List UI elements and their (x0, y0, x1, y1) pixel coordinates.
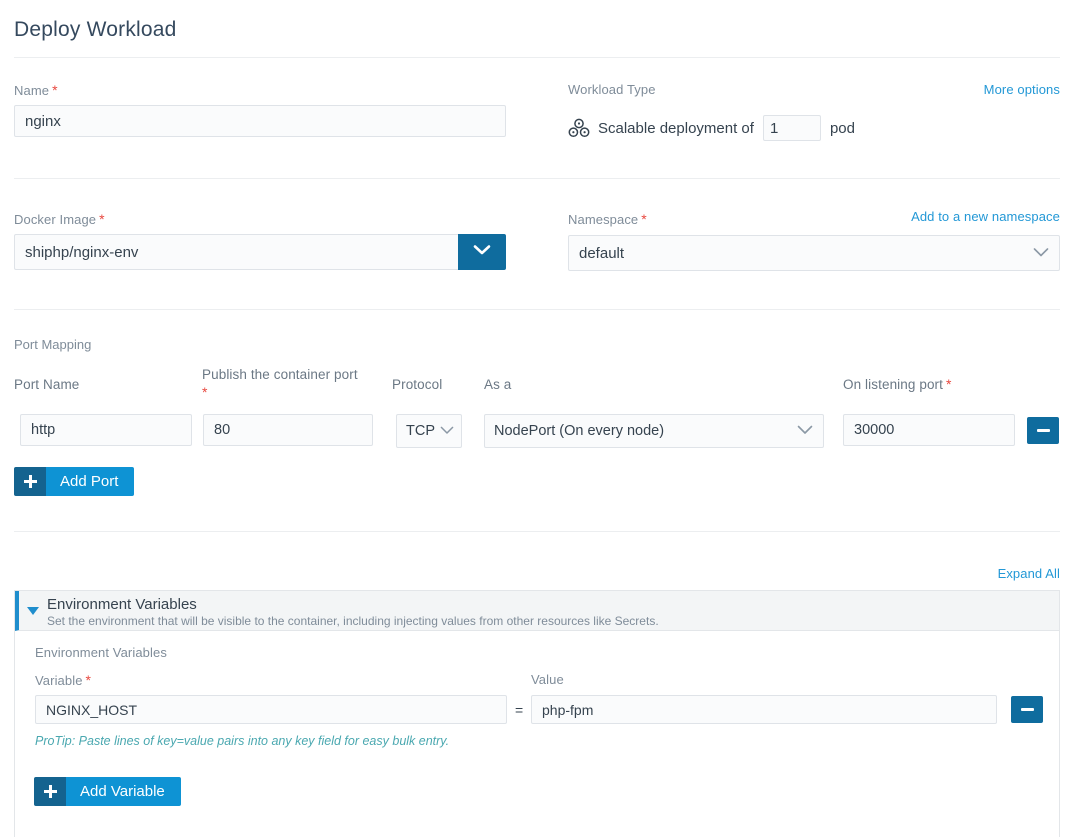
panel-title: Environment Variables (47, 596, 1059, 613)
protocol-select-value: TCP (406, 423, 435, 439)
env-variable-input[interactable] (35, 695, 507, 724)
workload-type-text-after: pod (830, 120, 855, 137)
value-header: Value (531, 672, 564, 688)
deployment-cluster-icon (568, 118, 590, 138)
equals-sign: = (515, 702, 523, 718)
port-mapping-header-row: Port Name Publish the container port * P… (0, 366, 1078, 406)
chevron-down-icon (1033, 245, 1049, 262)
docker-image-input[interactable] (14, 234, 458, 270)
required-marker: * (946, 376, 952, 392)
name-field-group: Name* (14, 82, 506, 137)
required-marker: * (86, 672, 92, 688)
env-value-input[interactable] (531, 695, 997, 724)
add-port-button-label: Add Port (46, 467, 134, 496)
add-namespace-link[interactable]: Add to a new namespace (911, 209, 1060, 224)
name-input[interactable] (14, 105, 506, 137)
namespace-select-value: default (579, 245, 624, 262)
publish-port-header: Publish the container port (202, 367, 358, 382)
panel-subtitle: Set the environment that will be visible… (47, 614, 1059, 629)
row1-divider (14, 178, 1060, 179)
title-divider (14, 57, 1060, 58)
required-marker: * (52, 82, 58, 98)
env-vars-body-title: Environment Variables (35, 645, 167, 661)
add-variable-button[interactable]: Add Variable (34, 777, 181, 806)
minus-icon (1021, 708, 1034, 711)
namespace-group: Namespace* Add to a new namespace defaul… (568, 211, 1060, 271)
workload-type-group: Workload Type More options Scalable depl… (568, 82, 1060, 141)
workload-type-header: Workload Type More options (568, 82, 1060, 100)
port-mapping-section-title: Port Mapping (14, 337, 91, 352)
required-marker: * (99, 211, 105, 227)
workload-type-text-before: Scalable deployment of (598, 120, 754, 137)
listening-port-input[interactable] (843, 414, 1015, 446)
more-options-link[interactable]: More options (984, 82, 1060, 97)
docker-image-group: Docker Image* (14, 211, 506, 270)
workload-type-row: Scalable deployment of pod (568, 115, 1060, 141)
workload-type-label: Workload Type (568, 82, 656, 98)
protip-text: ProTip: Paste lines of key=value pairs i… (35, 734, 449, 748)
plus-icon (14, 467, 46, 496)
caret-down-icon[interactable] (27, 607, 39, 615)
variable-header: Variable* (35, 672, 91, 689)
environment-variables-panel-header[interactable]: Environment Variables Set the environmen… (15, 591, 1059, 631)
as-a-header: As a (484, 377, 511, 392)
remove-port-button[interactable] (1027, 417, 1059, 444)
container-port-input[interactable] (203, 414, 373, 446)
namespace-header: Namespace* Add to a new namespace (568, 211, 1060, 229)
add-variable-button-label: Add Variable (66, 777, 181, 806)
port-mapping-row: TCP NodePort (On every node) (0, 414, 1078, 448)
deploy-workload-page: Deploy Workload Name* Workload Type More… (0, 0, 1078, 837)
docker-image-input-wrap (14, 234, 506, 270)
chevron-down-icon (797, 423, 813, 439)
row2-divider (14, 309, 1060, 310)
plus-icon (34, 777, 66, 806)
port-name-input[interactable] (20, 414, 192, 446)
protocol-select[interactable]: TCP (396, 414, 462, 448)
remove-variable-button[interactable] (1011, 696, 1043, 723)
required-marker: * (641, 211, 647, 227)
protocol-header: Protocol (392, 377, 442, 392)
minus-icon (1037, 429, 1050, 432)
expand-all-link[interactable]: Expand All (998, 566, 1060, 581)
add-port-button[interactable]: Add Port (14, 467, 134, 496)
chevron-down-icon (473, 243, 491, 261)
page-title: Deploy Workload (14, 18, 177, 42)
pod-count-input[interactable] (763, 115, 821, 141)
name-label: Name* (14, 82, 506, 99)
namespace-select[interactable]: default (568, 235, 1060, 271)
chevron-down-icon (440, 423, 454, 439)
namespace-label: Namespace* (568, 211, 647, 228)
docker-image-label: Docker Image* (14, 211, 506, 228)
listening-port-header: On listening port* (843, 377, 952, 392)
required-marker: * (202, 384, 207, 400)
docker-image-dropdown-button[interactable] (458, 234, 506, 270)
row3-divider (14, 531, 1060, 532)
service-type-select-value: NodePort (On every node) (494, 423, 664, 439)
service-type-select[interactable]: NodePort (On every node) (484, 414, 824, 448)
port-name-header: Port Name (14, 377, 79, 392)
